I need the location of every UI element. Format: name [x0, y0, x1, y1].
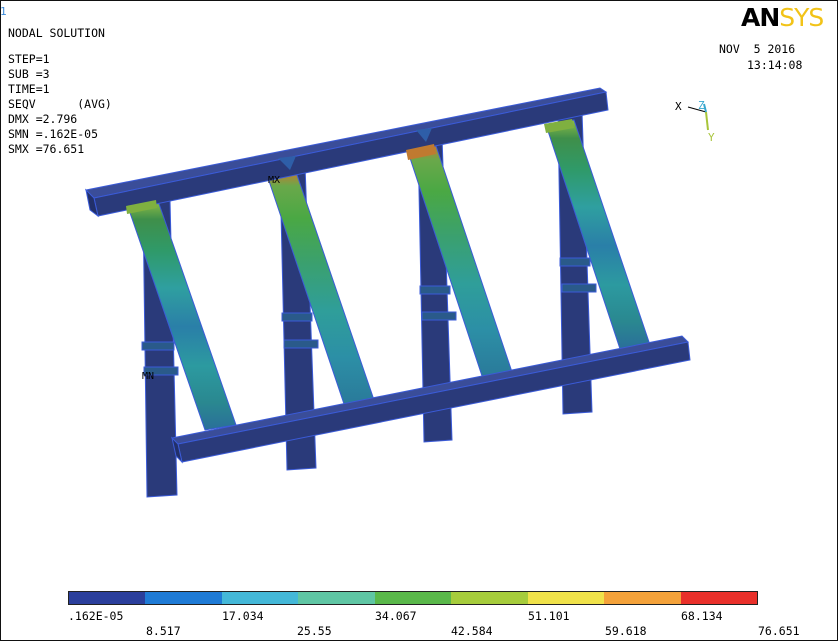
triad-x-label: X — [675, 100, 682, 113]
plate-2 — [281, 312, 313, 322]
legend-label-top-4: 51.101 — [528, 609, 570, 623]
top-beam — [84, 87, 609, 218]
model-viewport[interactable] — [0, 0, 840, 643]
legend-swatch-5 — [374, 592, 452, 604]
plate-4b — [561, 283, 597, 293]
legend-label-top-2: 17.034 — [222, 609, 264, 623]
legend-label-top-1: .162E-05 — [68, 609, 124, 623]
legend-label-bottom-2: 25.55 — [297, 624, 332, 638]
legend-swatch-4 — [298, 592, 375, 604]
triad-z-label: Z — [698, 99, 705, 112]
legend-label-bottom-4: 59.618 — [605, 624, 647, 638]
plate-2b — [283, 339, 319, 349]
min-marker: MN — [142, 371, 155, 382]
contour-legend-bar — [68, 591, 758, 605]
legend-swatch-8 — [604, 592, 681, 604]
legend-swatch-9 — [680, 592, 757, 604]
plate-3 — [419, 285, 451, 295]
legend-swatch-7 — [527, 592, 605, 604]
legend-swatch-2 — [145, 592, 222, 604]
legend-label-bottom-5: 76.651 — [758, 624, 800, 638]
plate-4 — [559, 257, 591, 267]
legend-label-top-5: 68.134 — [681, 609, 723, 623]
legend-label-bottom-3: 42.584 — [451, 624, 493, 638]
legend-swatch-6 — [451, 592, 528, 604]
legend-swatch-3 — [221, 592, 299, 604]
triad-y-label: Y — [708, 131, 715, 144]
legend-swatch-1 — [69, 592, 146, 604]
legend-label-top-3: 34.067 — [375, 609, 417, 623]
max-marker: MX — [268, 175, 281, 186]
plate-1 — [141, 341, 175, 351]
plate-3b — [421, 311, 457, 321]
legend-label-bottom-1: 8.517 — [146, 624, 181, 638]
